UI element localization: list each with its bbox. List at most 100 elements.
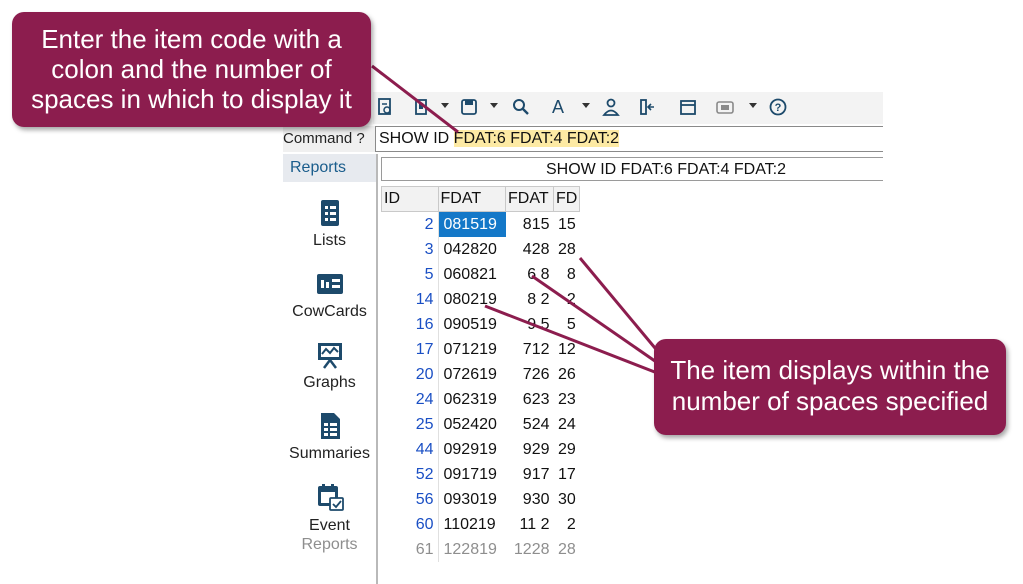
cell-fdat-2[interactable]: 26 [554, 362, 580, 387]
cell-id[interactable]: 14 [381, 287, 439, 312]
column-header[interactable]: FDAT [437, 186, 506, 212]
cell-fdat-6[interactable]: 081519 [438, 211, 506, 237]
sidebar-item-summaries[interactable]: Summaries [283, 411, 376, 463]
table-row[interactable]: 3 042820 428 28 [381, 237, 580, 262]
cell-id[interactable]: 5 [381, 262, 439, 287]
cell-id[interactable]: 44 [381, 437, 439, 462]
cell-fdat-2[interactable]: 30 [554, 487, 580, 512]
cell-id[interactable]: 3 [381, 237, 439, 262]
chevron-down-icon[interactable] [490, 103, 498, 108]
user-icon[interactable] [601, 97, 621, 117]
column-header[interactable]: FD [552, 186, 581, 212]
cell-id[interactable]: 52 [381, 462, 439, 487]
cell-fdat-2[interactable]: 15 [554, 212, 580, 238]
cell-id[interactable]: 61 [381, 537, 439, 562]
cell-id[interactable]: 17 [381, 337, 439, 362]
cell-fdat-6[interactable]: 060821 [438, 262, 506, 287]
sidebar-item-label: Event [309, 517, 350, 534]
table-row[interactable]: 17 071219 712 12 [381, 337, 580, 362]
command-input[interactable]: SHOW ID FDAT:6 FDAT:4 FDAT:2 [375, 126, 883, 152]
report-icon[interactable] [375, 97, 395, 117]
cell-fdat-6[interactable]: 090519 [438, 312, 506, 337]
cell-fdat-4[interactable]: 11 2 [506, 512, 554, 537]
cell-fdat-6[interactable]: 042820 [438, 237, 506, 262]
cell-fdat-6[interactable]: 052420 [438, 412, 506, 437]
cell-fdat-4[interactable]: 726 [506, 362, 554, 387]
cell-fdat-2[interactable]: 12 [554, 337, 580, 362]
cell-fdat-2[interactable]: 29 [554, 437, 580, 462]
svg-text:?: ? [775, 102, 782, 114]
cell-id[interactable]: 60 [381, 512, 439, 537]
chevron-down-icon[interactable] [441, 103, 449, 108]
screen-icon[interactable] [715, 97, 735, 117]
column-header[interactable]: FDAT [505, 186, 554, 212]
column-icon[interactable] [638, 97, 658, 117]
cell-fdat-6[interactable]: 122819 [438, 537, 506, 562]
sidebar-header[interactable]: Reports [283, 154, 376, 182]
sidebar-item-event-reports[interactable]: Event Reports [283, 482, 376, 554]
table-row[interactable]: 24 062319 623 23 [381, 387, 580, 412]
cell-fdat-6[interactable]: 062319 [438, 387, 506, 412]
search-icon[interactable] [511, 97, 531, 117]
cell-fdat-4[interactable]: 815 [506, 212, 554, 238]
cell-fdat-2[interactable]: 5 [554, 312, 580, 337]
cell-fdat-6[interactable]: 091719 [438, 462, 506, 487]
font-icon[interactable]: A [548, 97, 568, 117]
table-row[interactable]: 14 080219 8 22 [381, 287, 580, 312]
sidebar-item-graphs[interactable]: Graphs [283, 340, 376, 392]
calendar-icon[interactable] [678, 97, 698, 117]
cell-fdat-2[interactable]: 17 [554, 462, 580, 487]
cell-fdat-2[interactable]: 24 [554, 412, 580, 437]
cell-fdat-4[interactable]: 930 [506, 487, 554, 512]
cell-fdat-4[interactable]: 428 [506, 237, 554, 262]
sidebar-item-cowcards[interactable]: CowCards [283, 269, 376, 321]
table-row[interactable]: 5 060821 6 88 [381, 262, 580, 287]
chevron-down-icon[interactable] [582, 103, 590, 108]
cell-fdat-4[interactable]: 524 [506, 412, 554, 437]
table-row[interactable]: 44 092919 929 29 [381, 437, 580, 462]
cell-fdat-4[interactable]: 6 8 [506, 262, 554, 287]
cell-id[interactable]: 25 [381, 412, 439, 437]
cell-fdat-4[interactable]: 929 [506, 437, 554, 462]
graph-icon [317, 343, 342, 369]
cell-fdat-6[interactable]: 071219 [438, 337, 506, 362]
clipboard-icon[interactable] [411, 97, 431, 117]
sidebar-item-label: CowCards [292, 303, 367, 320]
cell-fdat-4[interactable]: 8 2 [506, 287, 554, 312]
cell-fdat-4[interactable]: 623 [506, 387, 554, 412]
cell-id[interactable]: 24 [381, 387, 439, 412]
list-icon [320, 200, 339, 226]
cell-id[interactable]: 20 [381, 362, 439, 387]
save-icon[interactable] [459, 97, 479, 117]
cell-fdat-6[interactable]: 092919 [438, 437, 506, 462]
table-row[interactable]: 56 093019 930 30 [381, 487, 580, 512]
cell-fdat-2[interactable]: 23 [554, 387, 580, 412]
cell-fdat-2[interactable]: 28 [554, 537, 580, 562]
cell-fdat-2[interactable]: 2 [554, 287, 580, 312]
table-row[interactable]: 60 110219 11 22 [381, 512, 580, 537]
cell-id[interactable]: 2 [381, 211, 439, 237]
cell-fdat-6[interactable]: 093019 [438, 487, 506, 512]
cell-fdat-4[interactable]: 1228 [506, 537, 554, 562]
sidebar-item-lists[interactable]: Lists [283, 198, 376, 250]
help-icon[interactable]: ? [768, 97, 788, 117]
chevron-down-icon[interactable] [749, 103, 757, 108]
cell-fdat-4[interactable]: 917 [506, 462, 554, 487]
cell-fdat-6[interactable]: 080219 [438, 287, 506, 312]
table-row[interactable]: 52 091719 917 17 [381, 462, 580, 487]
cell-fdat-4[interactable]: 712 [506, 337, 554, 362]
cell-id[interactable]: 56 [381, 487, 439, 512]
cell-fdat-2[interactable]: 2 [554, 512, 580, 537]
table-row[interactable]: 61 122819 1228 28 [381, 537, 580, 562]
cell-fdat-2[interactable]: 8 [554, 262, 580, 287]
table-row[interactable]: 16 090519 9 55 [381, 312, 580, 337]
column-header[interactable]: ID [381, 186, 439, 212]
cell-fdat-6[interactable]: 110219 [438, 512, 506, 537]
table-row[interactable]: 25 052420 524 24 [381, 412, 580, 437]
table-row[interactable]: 2 081519 815 15 [381, 211, 580, 238]
cell-id[interactable]: 16 [381, 312, 439, 337]
cell-fdat-6[interactable]: 072619 [438, 362, 506, 387]
cell-fdat-2[interactable]: 28 [554, 237, 580, 262]
table-row[interactable]: 20 072619 726 26 [381, 362, 580, 387]
cell-fdat-4[interactable]: 9 5 [506, 312, 554, 337]
